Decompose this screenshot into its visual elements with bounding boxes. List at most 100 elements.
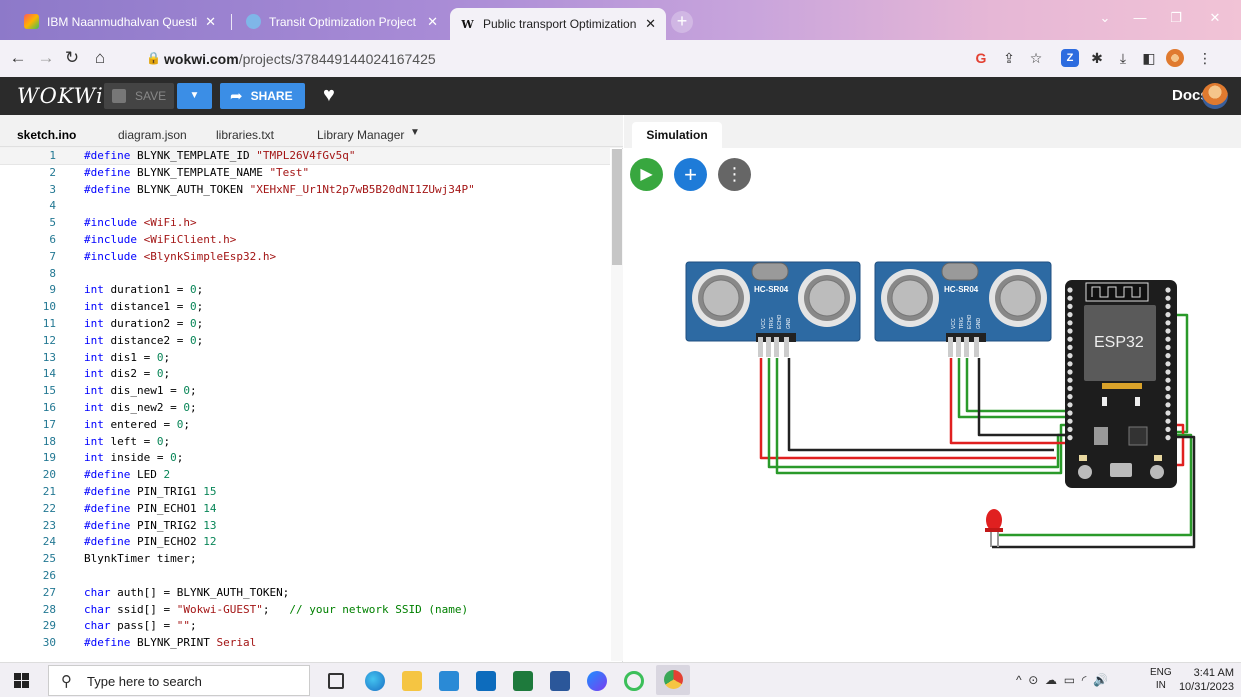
- app-circle-icon[interactable]: [624, 671, 644, 691]
- board-pin[interactable]: [1165, 303, 1171, 309]
- code-line[interactable]: 21 #define PIN_TRIG1 15: [0, 484, 610, 500]
- code-line[interactable]: 23 #define PIN_TRIG2 13: [0, 518, 610, 534]
- windows-start-icon[interactable]: [14, 673, 29, 688]
- address-bar[interactable]: 🔒 wokwi.com/projects/378449144024167425: [134, 45, 934, 73]
- new-tab-button[interactable]: +: [671, 11, 693, 33]
- code-line[interactable]: 24 #define PIN_ECHO2 12: [0, 534, 610, 550]
- reload-icon[interactable]: ↻: [62, 48, 82, 68]
- maximize-icon[interactable]: ❐: [1166, 10, 1186, 26]
- code-line[interactable]: 10 int distance1 = 0;: [0, 299, 610, 315]
- code-line[interactable]: 20 #define LED 2: [0, 467, 610, 483]
- code-line[interactable]: 30 #define BLYNK_PRINT Serial: [0, 635, 610, 651]
- tab-diagram-json[interactable]: diagram.json: [118, 128, 187, 142]
- board-pin[interactable]: [1165, 402, 1171, 408]
- board-pin[interactable]: [1165, 295, 1171, 301]
- close-icon[interactable]: ✕: [427, 14, 438, 30]
- code-line[interactable]: 19 int inside = 0;: [0, 450, 610, 466]
- scrollbar-thumb[interactable]: [612, 149, 622, 265]
- code-line[interactable]: 18 int left = 0;: [0, 434, 610, 450]
- red-led[interactable]: [985, 509, 1003, 547]
- code-area[interactable]: 1 #define BLYNK_TEMPLATE_ID "TMPL26V4fGv5…: [0, 148, 610, 662]
- board-pin[interactable]: [1067, 410, 1073, 416]
- board-pin[interactable]: [1067, 295, 1073, 301]
- code-line[interactable]: 2 #define BLYNK_TEMPLATE_NAME "Test": [0, 165, 610, 181]
- code-line[interactable]: 5 #include <WiFi.h>: [0, 215, 610, 231]
- code-line[interactable]: 1 #define BLYNK_TEMPLATE_ID "TMPL26V4fGv5…: [0, 148, 610, 165]
- share-page-icon[interactable]: ⇪: [1000, 49, 1018, 67]
- word-icon[interactable]: [550, 671, 570, 691]
- system-tray-icons[interactable]: ^ ⊙ ☁ ▭ ◜ 🔊: [1016, 673, 1108, 687]
- board-pin[interactable]: [1067, 402, 1073, 408]
- wire-black[interactable]: [977, 358, 1069, 437]
- code-line[interactable]: 28 char ssid[] = "Wokwi-GUEST"; // your n…: [0, 602, 610, 618]
- close-icon[interactable]: ✕: [205, 14, 216, 30]
- board-pin[interactable]: [1067, 328, 1073, 334]
- code-line[interactable]: 16 int dis_new2 = 0;: [0, 400, 610, 416]
- app-icon[interactable]: [587, 671, 607, 691]
- board-pin[interactable]: [1165, 385, 1171, 391]
- board-pin[interactable]: [1165, 287, 1171, 293]
- board-pin[interactable]: [1067, 385, 1073, 391]
- board-pin[interactable]: [1165, 312, 1171, 318]
- tab-libraries-txt[interactable]: libraries.txt: [216, 128, 274, 142]
- code-line[interactable]: 3 #define BLYNK_AUTH_TOKEN "XEHxNF_Ur1Nt2…: [0, 182, 610, 198]
- taskbar-search-input[interactable]: ⚲ Type here to search: [48, 665, 310, 696]
- board-pin[interactable]: [1165, 377, 1171, 383]
- minimize-icon[interactable]: —: [1130, 10, 1150, 25]
- side-panel-icon[interactable]: ◧: [1140, 49, 1158, 67]
- esp32-board[interactable]: ESP32: [1065, 280, 1177, 488]
- tab-library-manager[interactable]: Library Manager: [317, 128, 404, 142]
- tab-sketch-ino[interactable]: sketch.ino: [17, 128, 76, 142]
- tab-search-icon[interactable]: ⌄: [1095, 10, 1115, 26]
- code-line[interactable]: 8: [0, 266, 610, 282]
- board-pin[interactable]: [1067, 312, 1073, 318]
- extension-z-icon[interactable]: Z: [1061, 49, 1079, 67]
- menu-kebab-icon[interactable]: ⋮: [1196, 49, 1214, 67]
- board-pin[interactable]: [1165, 344, 1171, 350]
- board-pin[interactable]: [1165, 410, 1171, 416]
- code-line[interactable]: 22 #define PIN_ECHO1 14: [0, 501, 610, 517]
- board-pin[interactable]: [1165, 394, 1171, 400]
- close-window-icon[interactable]: ✕: [1205, 10, 1225, 26]
- board-pin[interactable]: [1067, 303, 1073, 309]
- bookmark-star-icon[interactable]: ☆: [1027, 49, 1045, 67]
- board-pin[interactable]: [1067, 369, 1073, 375]
- save-button[interactable]: SAVE: [104, 83, 174, 109]
- back-arrow-icon[interactable]: ←: [8, 48, 28, 68]
- store-icon[interactable]: [439, 671, 459, 691]
- board-pin[interactable]: [1165, 435, 1171, 441]
- board-pin[interactable]: [1067, 426, 1073, 432]
- board-pin[interactable]: [1067, 361, 1073, 367]
- browser-tab-active[interactable]: W Public transport Optimization Pr ✕: [450, 8, 666, 40]
- wire-red[interactable]: [949, 358, 1069, 445]
- board-pin[interactable]: [1067, 287, 1073, 293]
- board-pin[interactable]: [1067, 418, 1073, 424]
- editor-scrollbar[interactable]: [611, 149, 623, 661]
- code-line[interactable]: 7 #include <BlynkSimpleEsp32.h>: [0, 249, 610, 265]
- board-pin[interactable]: [1165, 418, 1171, 424]
- mail-icon[interactable]: [476, 671, 496, 691]
- extensions-puzzle-icon[interactable]: ✱: [1088, 49, 1106, 67]
- share-button[interactable]: ➦ SHARE: [220, 83, 305, 109]
- board-pin[interactable]: [1067, 394, 1073, 400]
- excel-icon[interactable]: [513, 671, 533, 691]
- board-pin[interactable]: [1165, 361, 1171, 367]
- board-pin[interactable]: [1067, 353, 1073, 359]
- board-pin[interactable]: [1067, 435, 1073, 441]
- home-icon[interactable]: ⌂: [90, 48, 110, 68]
- download-icon[interactable]: ⤓: [1114, 49, 1132, 67]
- code-line[interactable]: 17 int entered = 0;: [0, 417, 610, 433]
- code-line[interactable]: 27 char auth[] = BLYNK_AUTH_TOKEN;: [0, 585, 610, 601]
- board-pin[interactable]: [1165, 426, 1171, 432]
- wokwi-logo[interactable]: WOKWi: [17, 84, 104, 108]
- board-pin[interactable]: [1067, 320, 1073, 326]
- avatar[interactable]: [1202, 83, 1228, 109]
- board-pin[interactable]: [1067, 344, 1073, 350]
- code-line[interactable]: 26: [0, 568, 610, 584]
- board-pin[interactable]: [1165, 328, 1171, 334]
- language-indicator[interactable]: ENG IN: [1150, 666, 1172, 692]
- file-explorer-icon[interactable]: [402, 671, 422, 691]
- google-icon[interactable]: G: [972, 49, 990, 67]
- wire-green[interactable]: [965, 358, 1069, 413]
- code-line[interactable]: 13 int dis1 = 0;: [0, 350, 610, 366]
